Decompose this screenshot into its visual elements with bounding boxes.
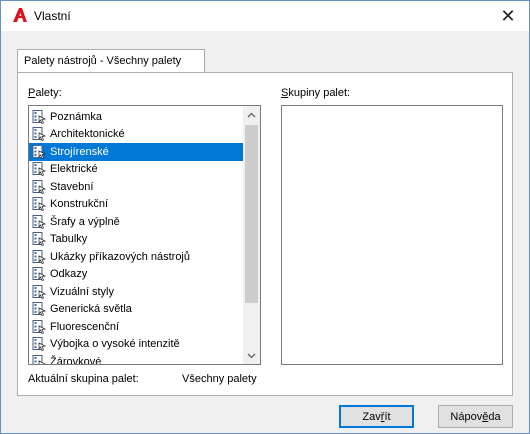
list-item[interactable]: Fluorescenční — [29, 318, 244, 336]
list-item-label: Generická světla — [50, 303, 132, 316]
list-item[interactable]: Odkazy — [29, 266, 244, 284]
list-item-label: Šrafy a výplně — [50, 215, 120, 228]
list-item[interactable]: Stavební — [29, 178, 244, 196]
list-item-label: Architektonické — [50, 128, 125, 141]
autocad-logo-icon — [13, 8, 27, 22]
list-item[interactable]: Výbojka o vysoké intenzitě — [29, 336, 244, 354]
list-item[interactable]: Elektrické — [29, 161, 244, 179]
list-item-label: Výbojka o vysoké intenzitě — [50, 338, 180, 351]
list-item-label: Ukázky příkazových nástrojů — [50, 250, 190, 263]
scroll-thumb[interactable] — [245, 125, 258, 303]
list-item[interactable]: Strojírenské — [29, 143, 244, 161]
close-icon: ✕ — [500, 5, 516, 26]
list-item-label: Elektrické — [50, 163, 98, 176]
tool-palette-icon — [32, 354, 47, 364]
tool-palette-icon — [32, 302, 47, 317]
close-button[interactable]: Zav ř ít — [339, 405, 414, 428]
list-item-label: Strojírenské — [50, 145, 109, 158]
close-window-button[interactable]: ✕ — [487, 1, 529, 31]
list-item[interactable]: Poznámka — [29, 108, 244, 126]
tool-palette-icon — [32, 179, 47, 194]
list-item-label: Tabulky — [50, 233, 88, 246]
current-group-label: Aktuální skupina palet: — [28, 373, 139, 385]
tool-palette-icon — [32, 284, 47, 299]
palettes-label: Palety: — [28, 87, 62, 99]
tab-tool-palettes[interactable]: Palety nástrojů - Všechny palety — [17, 49, 205, 73]
list-item[interactable]: Konstrukční — [29, 196, 244, 214]
tool-palette-icon — [32, 144, 47, 159]
list-item[interactable]: Generická světla — [29, 301, 244, 319]
palettes-list-items: Poznámka Architektonické Strojírenské Elekt… — [29, 108, 244, 365]
dialog-title: Vlastní — [34, 9, 71, 23]
palettes-list[interactable]: Poznámka Architektonické Strojírenské Elekt… — [28, 105, 261, 365]
tool-palette-icon — [32, 319, 47, 334]
list-item[interactable]: Architektonické — [29, 126, 244, 144]
tool-palette-icon — [32, 267, 47, 282]
title-bar[interactable]: Vlastní ✕ — [1, 1, 529, 31]
tool-palette-icon — [32, 127, 47, 142]
list-item[interactable]: Tabulky — [29, 231, 244, 249]
tab-panel: Palety: Poznámka Architektonické Strojíren… — [17, 72, 513, 396]
tool-palette-icon — [32, 249, 47, 264]
tool-palette-icon — [32, 337, 47, 352]
tool-palette-icon — [32, 109, 47, 124]
list-item[interactable]: Ukázky příkazových nástrojů — [29, 248, 244, 266]
current-group-value: Všechny palety — [182, 373, 257, 385]
list-item-label: Odkazy — [50, 268, 88, 281]
list-item[interactable]: Vizuální styly — [29, 283, 244, 301]
palette-groups-label: Skupiny palet: — [281, 87, 351, 99]
list-item-label: Stavební — [50, 180, 94, 193]
list-item[interactable]: Šrafy a výplně — [29, 213, 244, 231]
tab-label: Palety nástrojů - Všechny palety — [24, 55, 182, 67]
list-item-label: Fluorescenční — [50, 320, 120, 333]
chevron-down-icon[interactable] — [243, 347, 260, 364]
list-item[interactable]: Žárovkové — [29, 353, 244, 365]
list-item-label: Konstrukční — [50, 198, 109, 211]
tool-palette-icon — [32, 197, 47, 212]
list-item-label: Žárovkové — [50, 355, 102, 365]
tool-palette-icon — [32, 214, 47, 229]
list-item-label: Poznámka — [50, 110, 102, 123]
list-item-label: Vizuální styly — [50, 285, 114, 298]
palette-groups-tree[interactable] — [281, 105, 503, 365]
vertical-scrollbar[interactable] — [243, 106, 260, 364]
help-button[interactable]: Nápov ě da — [438, 405, 513, 428]
tool-palette-icon — [32, 162, 47, 177]
chevron-up-icon[interactable] — [243, 106, 260, 123]
tool-palette-icon — [32, 232, 47, 247]
customize-dialog: Vlastní ✕ Palety nástrojů - Všechny pale… — [0, 0, 530, 434]
